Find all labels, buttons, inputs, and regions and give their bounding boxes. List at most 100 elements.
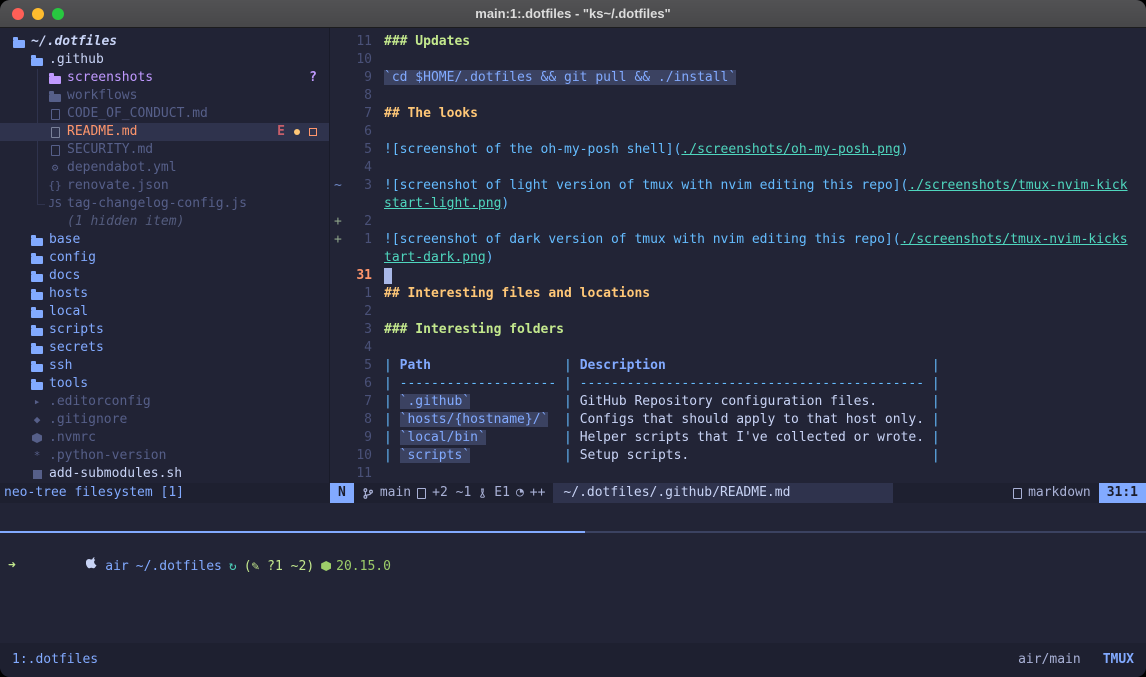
- tree-item-docs[interactable]: docs: [0, 267, 329, 285]
- editor-line-2[interactable]: 9`cd $HOME/.dotfiles && git pull && ./in…: [330, 69, 1146, 87]
- editor-line-7[interactable]: 4: [330, 159, 1146, 177]
- line-number: 1: [346, 231, 372, 249]
- editor-line-3[interactable]: 8: [330, 87, 1146, 105]
- line-text: | `scripts` | Setup scripts. |: [372, 447, 940, 465]
- line-text: start-light.png): [372, 195, 509, 213]
- text-segment-plain: [486, 430, 556, 445]
- tree-item--.dotfiles[interactable]: ~/.dotfiles: [0, 33, 329, 51]
- apple-icon: [8, 539, 98, 595]
- gutter-sign: [330, 33, 346, 51]
- editor-line-10[interactable]: +2: [330, 213, 1146, 231]
- editor-line-13[interactable]: 31: [330, 267, 1146, 285]
- line-text: tart-dark.png): [372, 249, 494, 267]
- tree-item-screenshots[interactable]: screenshots?: [0, 69, 329, 87]
- text-segment-plain: Helper scripts that I've collected or wr…: [580, 430, 924, 445]
- editor-line-19[interactable]: 6| -------------------- | --------------…: [330, 375, 1146, 393]
- tree-item-.nvmrc[interactable]: .nvmrc: [0, 429, 329, 447]
- tree-item-ssh[interactable]: ssh: [0, 357, 329, 375]
- editor-line-8[interactable]: ~3![screenshot of light version of tmux …: [330, 177, 1146, 195]
- line-text: [372, 213, 384, 231]
- tree-item-readme.md[interactable]: README.mdE: [0, 123, 329, 141]
- tree-item-.gitignore[interactable]: ◆.gitignore: [0, 411, 329, 429]
- text-segment-plain: [470, 394, 556, 409]
- tree-item-config[interactable]: config: [0, 249, 329, 267]
- editor-line-24[interactable]: 11: [330, 465, 1146, 483]
- text-segment-plain: [470, 448, 556, 463]
- text-segment-pipe: |: [384, 394, 400, 409]
- line-text: ## The looks: [372, 105, 478, 123]
- tree-item-workflows[interactable]: workflows: [0, 87, 329, 105]
- tree-guide-line: [37, 69, 38, 204]
- line-text: ![screenshot of the oh-my-posh shell](./…: [372, 141, 908, 159]
- tree-item-hosts[interactable]: hosts: [0, 285, 329, 303]
- editor-line-18[interactable]: 5| Path | Description |: [330, 357, 1146, 375]
- editor-pane[interactable]: 11### Updates109`cd $HOME/.dotfiles && g…: [330, 28, 1146, 483]
- editor-line-6[interactable]: 5![screenshot of the oh-my-posh shell](.…: [330, 141, 1146, 159]
- file-icon: [48, 145, 62, 156]
- text-segment-pipe: |: [556, 448, 579, 463]
- git-branch-group: main +2 ~1 E1 ◔ ++: [354, 484, 554, 502]
- text-segment-link: ./screenshots/tmux-nvim-kick: [908, 178, 1127, 193]
- tree-item-add-submodules.sh[interactable]: add-submodules.sh: [0, 465, 329, 483]
- text-segment-md: ![screenshot of the oh-my-posh shell](: [384, 142, 681, 157]
- titlebar[interactable]: main:1:.dotfiles - "ks~/.dotfiles": [0, 0, 1146, 28]
- tree-item-security.md[interactable]: SECURITY.md: [0, 141, 329, 159]
- line-number: 2: [346, 303, 372, 321]
- tree-item-.github[interactable]: .github: [0, 51, 329, 69]
- line-text: [372, 87, 384, 105]
- editor-line-12[interactable]: tart-dark.png): [330, 249, 1146, 267]
- editor-line-17[interactable]: 4: [330, 339, 1146, 357]
- editor-line-14[interactable]: 1## Interesting files and locations: [330, 285, 1146, 303]
- text-segment-link: ./screenshots/tmux-nvim-kicks: [901, 232, 1128, 247]
- editor-line-21[interactable]: 8| `hosts/{hostname}/` | Configs that sh…: [330, 411, 1146, 429]
- editor-line-1[interactable]: 10: [330, 51, 1146, 69]
- line-text: | `.github` | GitHub Repository configur…: [372, 393, 940, 411]
- editor-line-16[interactable]: 3### Interesting folders: [330, 321, 1146, 339]
- text-segment-md: ): [486, 250, 494, 265]
- tree-item-base[interactable]: base: [0, 231, 329, 249]
- text-segment-h2: ## The looks: [384, 106, 478, 121]
- buffer-icon: [417, 488, 426, 499]
- prompt-path: ~/.dotfiles: [136, 558, 222, 576]
- tree-item-.python-version[interactable]: *.python-version: [0, 447, 329, 465]
- gutter-sign: [330, 321, 346, 339]
- tree-item-secrets[interactable]: secrets: [0, 339, 329, 357]
- text-segment-pipe: |: [384, 430, 400, 445]
- tree-item-.editorconfig[interactable]: ▸.editorconfig: [0, 393, 329, 411]
- shell-input-arrow[interactable]: ➜: [8, 557, 16, 575]
- neotree-panel[interactable]: ~/.dotfiles.githubscreenshots?workflowsC…: [0, 28, 330, 483]
- editor-line-22[interactable]: 9| `local/bin` | Helper scripts that I'v…: [330, 429, 1146, 447]
- line-number: 8: [346, 411, 372, 429]
- tmux-window-tab[interactable]: 1:.dotfiles: [12, 651, 98, 669]
- tmux-pane-border[interactable]: [0, 531, 1146, 533]
- editor-line-23[interactable]: 10| `scripts` | Setup scripts. |: [330, 447, 1146, 465]
- editor-line-15[interactable]: 2: [330, 303, 1146, 321]
- tree-item-tools[interactable]: tools: [0, 375, 329, 393]
- gutter-sign: [330, 159, 346, 177]
- gutter-sign: [330, 285, 346, 303]
- tree-item-dependabot.yml[interactable]: ⚙dependabot.yml: [0, 159, 329, 177]
- line-text: ![screenshot of light version of tmux wi…: [372, 177, 1128, 195]
- editor-line-0[interactable]: 11### Updates: [330, 33, 1146, 51]
- close-button[interactable]: [12, 8, 24, 20]
- editor-line-11[interactable]: +1![screenshot of dark version of tmux w…: [330, 231, 1146, 249]
- minimize-button[interactable]: [32, 8, 44, 20]
- text-segment-pipe: |: [556, 412, 579, 427]
- editor-line-20[interactable]: 7| `.github` | GitHub Repository configu…: [330, 393, 1146, 411]
- untracked-question-badge: ?: [309, 69, 317, 87]
- tree-item-scripts[interactable]: scripts: [0, 321, 329, 339]
- zoom-button[interactable]: [52, 8, 64, 20]
- tree-item-local[interactable]: local: [0, 303, 329, 321]
- tree-item-renovate.json[interactable]: {}renovate.json: [0, 177, 329, 195]
- tree-item-label: base: [49, 231, 80, 249]
- tree-item--1-hidden-item-[interactable]: (1 hidden item): [0, 213, 329, 231]
- text-segment-pipe: |: [556, 394, 579, 409]
- shell-pane[interactable]: air ~/.dotfiles ↻ (✎ ?1 ~2) 20.15.0 ➜: [0, 503, 1146, 643]
- tree-item-code-of-conduct.md[interactable]: CODE_OF_CONDUCT.md: [0, 105, 329, 123]
- editor-line-4[interactable]: 7## The looks: [330, 105, 1146, 123]
- gutter-sign: [330, 393, 346, 411]
- tree-item-tag-changelog-config.js[interactable]: JStag-changelog-config.js: [0, 195, 329, 213]
- editor-line-5[interactable]: 6: [330, 123, 1146, 141]
- line-text: [372, 267, 392, 285]
- editor-line-9[interactable]: start-light.png): [330, 195, 1146, 213]
